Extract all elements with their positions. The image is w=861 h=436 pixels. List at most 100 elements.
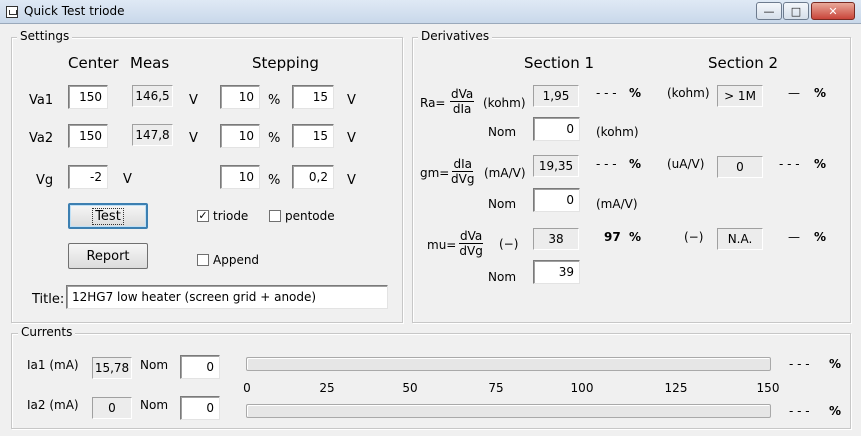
ia2-value: 0 — [92, 397, 132, 419]
mu-percent-section2: % — [814, 230, 827, 244]
ra-nom-label: Nom — [488, 125, 517, 139]
va1-meas-value: 146,5 — [132, 85, 173, 107]
gm-deviation-section2: - - - — [779, 157, 800, 171]
app-icon — [6, 6, 18, 18]
ia1-deviation: - - - — [789, 357, 810, 371]
ia2-progress-bar — [246, 404, 771, 418]
vg-label: Vg — [36, 173, 54, 188]
meas-column-header: Meas — [130, 54, 170, 72]
currents-group-label: Currents — [18, 325, 76, 339]
stepping-column-header: Stepping — [252, 54, 319, 72]
close-button[interactable]: ✕ — [811, 2, 855, 20]
ra-unit-section2: (kohm) — [667, 86, 710, 100]
window-title: Quick Test triode — [24, 4, 125, 18]
vg-step-percent-input[interactable]: 10 — [220, 165, 260, 189]
va1-step-volt-input[interactable]: 15 — [292, 85, 334, 109]
gm-fraction: dIa dVg — [451, 157, 474, 186]
derivatives-group — [412, 37, 851, 323]
triode-checkbox[interactable]: ✓ — [197, 210, 209, 222]
va1-step-unit: V — [347, 93, 356, 108]
va2-step-percent-input[interactable]: 10 — [220, 124, 260, 148]
section2-header: Section 2 — [708, 54, 779, 72]
ra-value-section2: > 1M — [717, 85, 763, 107]
ra-fraction: dVa dIa — [450, 87, 475, 116]
vg-percent-sign: % — [268, 173, 281, 188]
vg-step-volt-input[interactable]: 0,2 — [292, 165, 334, 189]
mu-percent-section1: % — [629, 230, 642, 244]
mu-nom-label: Nom — [488, 270, 517, 284]
gm-numerator: dIa — [452, 157, 473, 172]
va2-meas-value: 147,8 — [132, 124, 173, 146]
mu-denominator: dVg — [459, 244, 483, 258]
vg-center-input[interactable]: -2 — [68, 165, 108, 189]
ra-nom-input[interactable]: 0 — [533, 117, 580, 141]
pentode-checkbox[interactable] — [269, 210, 281, 222]
settings-group-label: Settings — [17, 29, 73, 43]
section1-header: Section 1 — [524, 54, 595, 72]
maximize-icon: □ — [790, 4, 802, 18]
gm-unit-section1: (mA/V) — [484, 166, 526, 180]
gm-percent-section2: % — [814, 157, 827, 171]
vg-unit: V — [123, 172, 132, 187]
va1-step-percent-input[interactable]: 10 — [220, 85, 260, 109]
title-bar — [0, 0, 861, 24]
gm-percent-section1: % — [629, 157, 642, 171]
ra-deviation-section2: — — [788, 86, 800, 100]
ia2-nom-input[interactable]: 0 — [180, 396, 220, 420]
ia1-value: 15,78 — [92, 357, 132, 379]
gm-deviation-section1: - - - — [596, 157, 617, 171]
ia1-nom-label: Nom — [140, 358, 169, 372]
maximize-button[interactable]: □ — [783, 2, 809, 20]
ra-nom-unit: (kohm) — [596, 125, 639, 139]
minimize-icon: — — [763, 4, 775, 18]
mu-numerator: dVa — [459, 229, 484, 244]
va2-center-input[interactable]: 150 — [68, 124, 108, 148]
ia2-nom-label: Nom — [140, 398, 169, 412]
mu-fraction: dVa dVg — [459, 229, 484, 258]
mu-deviation-section1: 97 — [604, 230, 621, 244]
report-button[interactable]: Report — [68, 243, 148, 269]
title-input[interactable]: 12HG7 low heater (screen grid + anode) — [66, 285, 388, 309]
derivatives-group-label: Derivatives — [418, 29, 493, 43]
ia2-deviation: - - - — [789, 404, 810, 418]
check-icon: ✓ — [198, 209, 208, 222]
scale-tick: 0 — [243, 381, 251, 395]
scale-tick: 50 — [402, 381, 418, 395]
va1-percent-sign: % — [268, 93, 281, 108]
gm-nom-input[interactable]: 0 — [533, 188, 580, 212]
ia1-progress-bar — [246, 357, 771, 371]
append-label: Append — [213, 253, 260, 267]
va2-label: Va2 — [29, 131, 54, 146]
scale-tick: 125 — [664, 381, 688, 395]
append-checkbox[interactable] — [197, 254, 209, 266]
ra-deviation-section1: - - - — [596, 86, 617, 100]
test-button[interactable]: Test — [68, 203, 148, 229]
mu-label: mu= — [427, 238, 457, 252]
va1-label: Va1 — [29, 93, 54, 108]
ra-percent-section2: % — [814, 86, 827, 100]
va2-percent-sign: % — [268, 131, 281, 146]
ra-percent-section1: % — [629, 86, 642, 100]
ia1-label: Ia1 (mA) — [27, 358, 79, 372]
mu-deviation-section2: — — [788, 230, 800, 244]
minimize-button[interactable]: — — [756, 2, 782, 20]
va1-center-input[interactable]: 150 — [68, 85, 108, 109]
va2-unit: V — [189, 131, 198, 146]
scale-tick: 75 — [488, 381, 504, 395]
vg-step-unit: V — [347, 173, 356, 188]
pentode-label: pentode — [285, 209, 335, 223]
va2-step-volt-input[interactable]: 15 — [292, 124, 334, 148]
gm-label: gm= — [420, 166, 450, 180]
ia2-percent: % — [829, 404, 842, 418]
test-button-label: Test — [92, 207, 124, 225]
ra-numerator: dVa — [450, 87, 475, 102]
ia2-label: Ia2 (mA) — [27, 398, 79, 412]
report-button-label: Report — [86, 248, 130, 264]
mu-unit-section1: (−) — [499, 237, 519, 251]
gm-denominator: dVg — [451, 172, 475, 186]
mu-nom-input[interactable]: 39 — [533, 260, 580, 284]
ra-label: Ra= — [420, 96, 446, 110]
ia1-nom-input[interactable]: 0 — [180, 355, 220, 379]
mu-unit-section2: (−) — [684, 230, 704, 244]
close-icon: ✕ — [828, 4, 838, 18]
